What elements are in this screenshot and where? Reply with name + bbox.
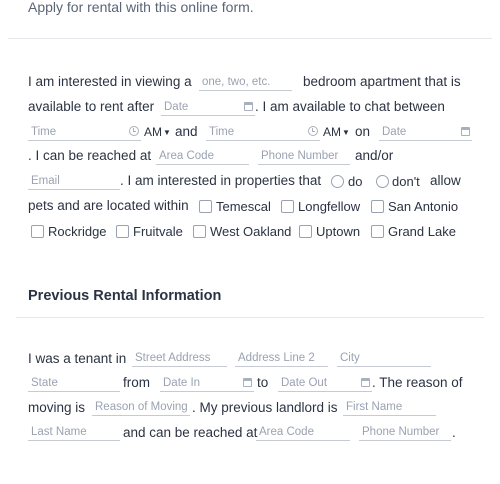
text-from: from: [123, 375, 150, 390]
prev-area-code-input[interactable]: [256, 423, 350, 440]
text-chat-between: . I am available to chat between: [255, 99, 445, 114]
text-landlord: . My previous landlord is: [192, 400, 338, 415]
checkbox-rockridge[interactable]: [31, 225, 44, 238]
pets-do-label: do: [348, 174, 363, 189]
text-interested: I am interested in viewing a: [28, 74, 192, 89]
last-name-field[interactable]: [28, 423, 120, 441]
street-address-field[interactable]: [132, 349, 227, 367]
form-subtitle: Apply for rental with this online form.: [28, 0, 254, 15]
previous-rental-heading: Previous Rental Information: [28, 288, 222, 304]
date-out-input[interactable]: [278, 374, 372, 391]
state-input[interactable]: [28, 374, 120, 391]
pets-dont-label: don't: [392, 174, 420, 189]
state-field[interactable]: [28, 374, 120, 392]
area-code-input[interactable]: [156, 147, 249, 164]
available-date-input[interactable]: [161, 98, 255, 115]
clock-icon[interactable]: [308, 126, 318, 136]
header-divider: [8, 38, 492, 39]
time-to-input[interactable]: [206, 123, 320, 140]
checkbox-west-oakland[interactable]: [193, 225, 206, 238]
available-date-field[interactable]: [161, 98, 255, 116]
city-input[interactable]: [337, 349, 431, 366]
text-available-after: available to rent after: [28, 99, 155, 114]
label-uptown: Uptown: [316, 224, 361, 239]
reason-input[interactable]: [92, 398, 190, 415]
ampm-to-value: AM: [323, 125, 341, 139]
prev-phone-input[interactable]: [359, 423, 451, 440]
checkbox-longfellow[interactable]: [281, 200, 294, 213]
address-line2-input[interactable]: [235, 349, 328, 366]
city-field[interactable]: [337, 349, 431, 367]
checkbox-san-antonio[interactable]: [371, 200, 384, 213]
pets-dont-radio[interactable]: [376, 175, 389, 188]
text-period: .: [452, 425, 456, 440]
email-input[interactable]: [28, 172, 120, 189]
label-longfellow: Longfellow: [298, 199, 361, 214]
text-reason-of: . The reason of: [372, 375, 463, 390]
clock-icon[interactable]: [129, 126, 139, 136]
chat-date-input[interactable]: [379, 123, 472, 140]
label-grand-lake: Grand Lake: [388, 224, 456, 239]
text-to: to: [257, 375, 269, 390]
section-divider: [16, 317, 484, 318]
text-pets-located: pets and are located within: [28, 198, 189, 213]
calendar-icon[interactable]: [244, 102, 253, 111]
chat-date-field[interactable]: [379, 123, 472, 141]
caret-down-icon: ▼: [163, 128, 171, 137]
text-tenant-in: I was a tenant in: [28, 351, 127, 366]
checkbox-temescal[interactable]: [199, 200, 212, 213]
time-from-field[interactable]: [28, 123, 141, 141]
text-on: on: [355, 124, 371, 139]
text-andor: and/or: [355, 148, 394, 163]
phone-field[interactable]: [258, 147, 350, 165]
caret-down-icon: ▼: [342, 128, 350, 137]
last-name-input[interactable]: [28, 423, 120, 440]
reason-field[interactable]: [92, 398, 190, 416]
email-field[interactable]: [28, 172, 120, 190]
area-code-field[interactable]: [156, 147, 249, 165]
ampm-from-select[interactable]: AM▼: [144, 123, 171, 143]
text-reached-at: . I can be reached at: [28, 148, 152, 163]
calendar-icon[interactable]: [461, 127, 470, 136]
calendar-icon[interactable]: [361, 378, 370, 387]
checkbox-uptown[interactable]: [299, 225, 312, 238]
text-bedroom-apartment: bedroom apartment that is: [303, 74, 461, 89]
ampm-from-value: AM: [144, 125, 162, 139]
label-west-oakland: West Oakland: [210, 224, 292, 239]
first-name-input[interactable]: [343, 398, 436, 415]
pets-do-radio[interactable]: [331, 175, 344, 188]
label-san-antonio: San Antonio: [388, 199, 459, 214]
date-out-field[interactable]: [278, 374, 372, 392]
bedrooms-input[interactable]: [199, 73, 292, 90]
calendar-icon[interactable]: [243, 378, 252, 387]
label-rockridge: Rockridge: [48, 224, 107, 239]
date-in-field[interactable]: [160, 374, 254, 392]
ampm-to-select[interactable]: AM▼: [323, 123, 350, 143]
date-in-input[interactable]: [160, 374, 254, 391]
label-fruitvale: Fruitvale: [133, 224, 183, 239]
text-allow: allow: [430, 173, 461, 188]
text-and: and: [175, 124, 198, 139]
prev-area-code-field[interactable]: [256, 423, 350, 441]
address-line2-field[interactable]: [235, 349, 328, 367]
street-address-input[interactable]: [132, 349, 227, 366]
text-interested-properties: . I am interested in properties that: [120, 173, 322, 188]
bedrooms-field[interactable]: [199, 73, 292, 91]
text-moving-is: moving is: [28, 400, 86, 415]
first-name-field[interactable]: [343, 398, 436, 416]
label-temescal: Temescal: [216, 199, 271, 214]
text-reached-at-2: and can be reached at: [123, 425, 258, 440]
time-to-field[interactable]: [206, 123, 320, 141]
prev-phone-field[interactable]: [359, 423, 451, 441]
checkbox-grand-lake[interactable]: [371, 225, 384, 238]
time-from-input[interactable]: [28, 123, 141, 140]
phone-input[interactable]: [258, 147, 350, 164]
checkbox-fruitvale[interactable]: [116, 225, 129, 238]
